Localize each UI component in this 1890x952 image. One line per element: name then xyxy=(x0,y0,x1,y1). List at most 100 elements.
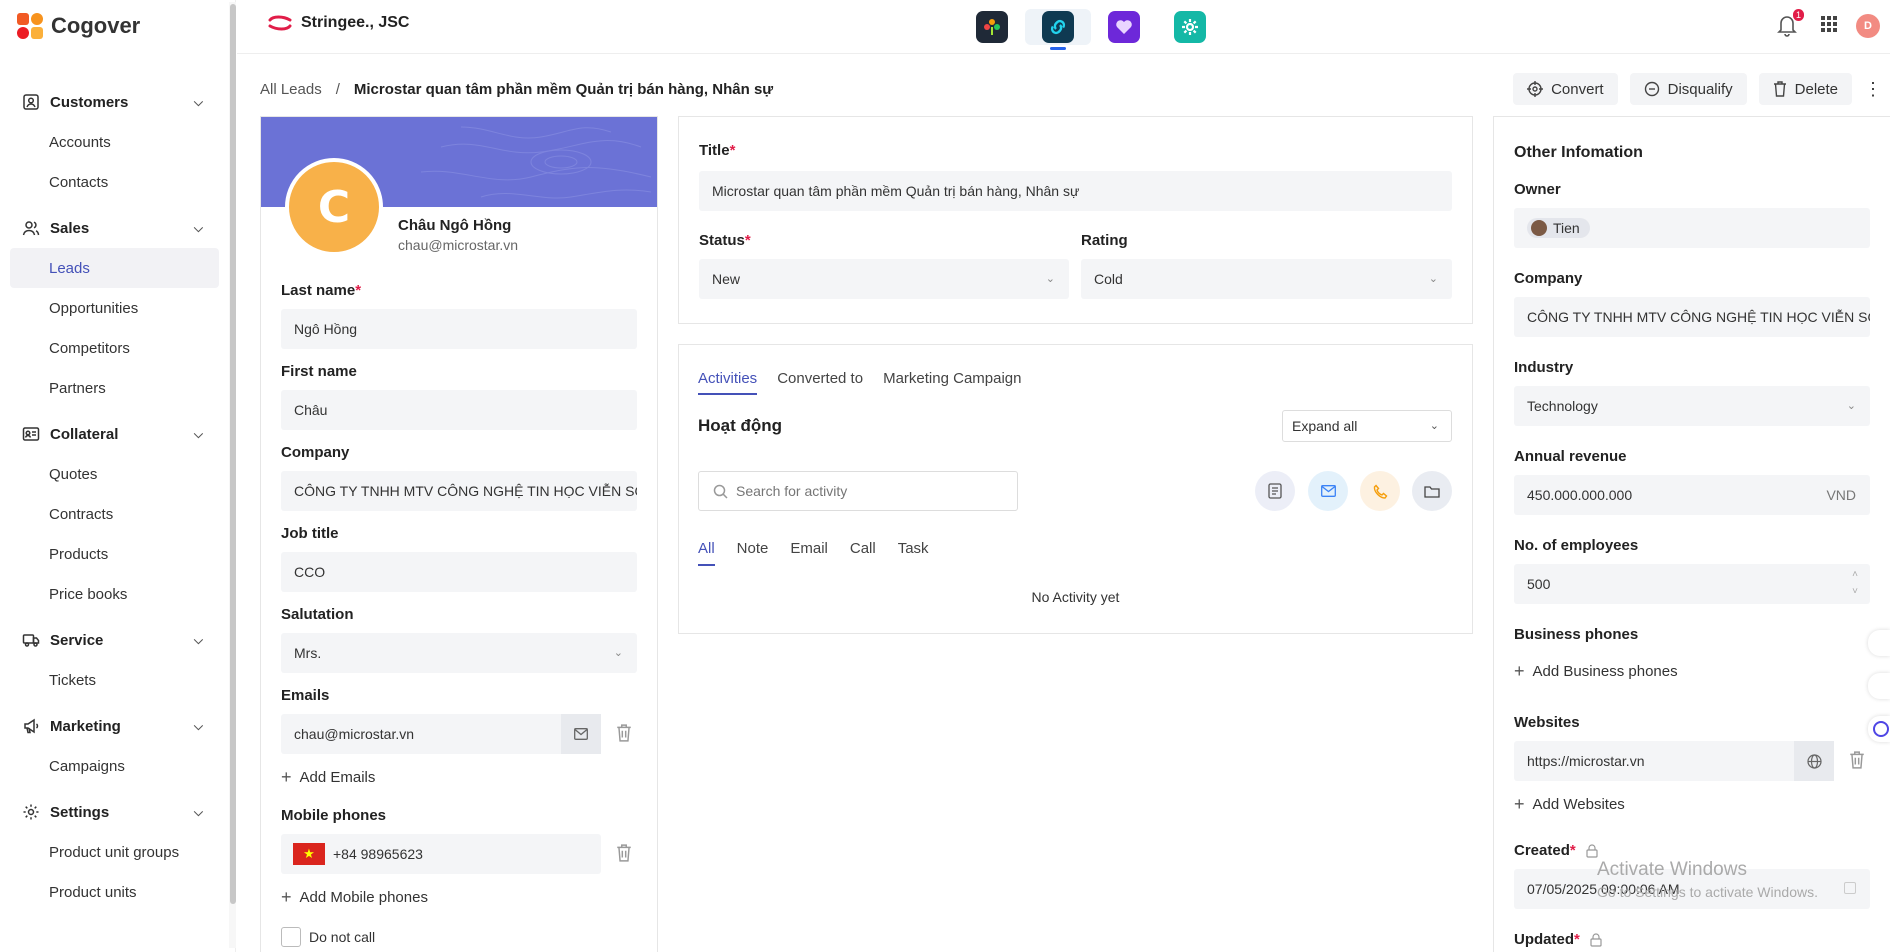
annual-revenue-field[interactable]: 450.000.000.000 VND xyxy=(1514,475,1870,515)
vietnam-flag-icon[interactable]: ★ xyxy=(293,843,325,865)
filter-task[interactable]: Task xyxy=(898,540,929,566)
title-field[interactable]: Microstar quan tâm phần mềm Quản trị bán… xyxy=(699,171,1452,211)
delete-email-icon[interactable] xyxy=(616,724,632,742)
more-options-icon[interactable]: ⋮ xyxy=(1864,79,1882,100)
breadcrumb-root[interactable]: All Leads xyxy=(260,81,322,98)
sidebar-section-sales[interactable]: Sales ⌵ xyxy=(0,208,229,248)
app-tile-settings[interactable] xyxy=(1157,9,1223,45)
other-company-label: Company xyxy=(1514,270,1583,287)
filter-email[interactable]: Email xyxy=(790,540,828,566)
annual-revenue-label: Annual revenue xyxy=(1514,448,1627,465)
delete-button[interactable]: Delete xyxy=(1758,73,1852,105)
chevron-down-icon[interactable]: ⌵ xyxy=(194,719,203,734)
website-field[interactable]: https://microstar.vn xyxy=(1514,741,1834,781)
sidebar-item-quotes[interactable]: Quotes xyxy=(0,454,229,494)
notifications-button[interactable]: 1 xyxy=(1776,9,1804,39)
sidebar-item-leads[interactable]: Leads xyxy=(10,248,219,288)
filter-note[interactable]: Note xyxy=(737,540,769,566)
do-not-call-checkbox[interactable]: Do not call xyxy=(281,927,375,947)
open-website-button[interactable] xyxy=(1794,741,1834,781)
mobile-phone-field[interactable]: ★ +84 98965623 xyxy=(281,834,601,874)
app-logo[interactable]: Cogover xyxy=(17,13,140,39)
org-switcher[interactable]: Stringee., JSC xyxy=(267,14,409,32)
salutation-select[interactable]: Mrs. ⌄ xyxy=(281,633,637,673)
app-tile-crm[interactable] xyxy=(1025,9,1091,50)
filter-call[interactable]: Call xyxy=(850,540,876,566)
gear-app-icon xyxy=(1174,11,1206,43)
rating-select[interactable]: Cold ⌄ xyxy=(1081,259,1452,299)
delete-website-icon[interactable] xyxy=(1849,751,1865,769)
user-avatar[interactable]: D xyxy=(1856,14,1880,38)
sidebar-section-settings[interactable]: Settings ⌵ xyxy=(0,792,229,832)
email-field[interactable]: chau@microstar.vn xyxy=(281,714,601,754)
filter-all[interactable]: All xyxy=(698,540,715,566)
first-name-field[interactable]: Châu xyxy=(281,390,637,430)
translate-widget-icon[interactable] xyxy=(1868,630,1890,656)
activity-search-input[interactable] xyxy=(736,483,996,499)
sidebar-scrollbar-thumb[interactable] xyxy=(230,4,236,904)
add-business-phones-button[interactable]: + Add Business phones xyxy=(1514,661,1678,682)
expand-all-select[interactable]: Expand all ⌄ xyxy=(1282,410,1452,442)
log-call-button[interactable] xyxy=(1360,471,1400,511)
chevron-down-icon[interactable]: ⌵ xyxy=(194,633,203,648)
sidebar-item-partners[interactable]: Partners xyxy=(0,368,229,408)
add-task-button[interactable] xyxy=(1412,471,1452,511)
other-company-field[interactable]: CÔNG TY TNHH MTV CÔNG NGHỆ TIN HỌC VIỄN … xyxy=(1514,297,1870,337)
contact-card-icon xyxy=(23,94,39,110)
add-note-button[interactable] xyxy=(1255,471,1295,511)
delete-phone-icon[interactable] xyxy=(616,844,632,862)
employees-field[interactable]: 500 ˄ ˅ xyxy=(1514,564,1870,604)
owner-chip[interactable]: Tien xyxy=(1527,218,1590,238)
add-mobile-phones-button[interactable]: + Add Mobile phones xyxy=(281,887,428,908)
sidebar-item-opportunities[interactable]: Opportunities xyxy=(0,288,229,328)
apps-grid-button[interactable] xyxy=(1820,15,1838,38)
checkbox-box[interactable] xyxy=(281,927,301,947)
sidebar-item-products[interactable]: Products xyxy=(0,534,229,574)
sidebar-section-service[interactable]: Service ⌵ xyxy=(0,620,229,660)
convert-button[interactable]: Convert xyxy=(1513,73,1618,105)
assistant-widget-icon[interactable] xyxy=(1868,716,1890,742)
send-email-button[interactable] xyxy=(561,714,601,754)
tools-widget-icon[interactable] xyxy=(1868,673,1890,699)
add-email-button[interactable] xyxy=(1308,471,1348,511)
status-select[interactable]: New ⌄ xyxy=(699,259,1069,299)
sidebar-item-contacts[interactable]: Contacts xyxy=(0,162,229,202)
job-title-field[interactable]: CCO xyxy=(281,552,637,592)
org-name: Stringee., JSC xyxy=(301,14,410,31)
activity-search[interactable] xyxy=(698,471,1018,511)
sidebar-item-product-unit-groups[interactable]: Product unit groups xyxy=(0,832,229,872)
add-emails-button[interactable]: + Add Emails xyxy=(281,767,375,788)
industry-select[interactable]: Technology ⌄ xyxy=(1514,386,1870,426)
mobile-phone-value: +84 98965623 xyxy=(333,846,423,862)
activate-windows-watermark: Activate Windows xyxy=(1597,859,1747,880)
chevron-down-icon[interactable]: ⌵ xyxy=(194,805,203,820)
plus-icon: + xyxy=(281,767,292,787)
lead-avatar: C xyxy=(285,158,383,256)
owner-field[interactable]: Tien xyxy=(1514,208,1870,248)
tab-converted-to[interactable]: Converted to xyxy=(777,370,863,395)
number-stepper[interactable]: ˄ ˅ xyxy=(1852,566,1858,600)
sidebar-item-contracts[interactable]: Contracts xyxy=(0,494,229,534)
sidebar-item-accounts[interactable]: Accounts xyxy=(0,122,229,162)
chevron-down-icon[interactable]: ⌵ xyxy=(194,427,203,442)
app-tile-1[interactable] xyxy=(959,9,1025,45)
chevron-down-icon[interactable]: ⌵ xyxy=(194,221,203,236)
sidebar-section-collateral[interactable]: Collateral ⌵ xyxy=(0,414,229,454)
sidebar-item-product-units[interactable]: Product units xyxy=(0,872,229,912)
company-field[interactable]: CÔNG TY TNHH MTV CÔNG NGHỆ TIN HỌC VIỄN … xyxy=(281,471,637,511)
tab-marketing-campaign[interactable]: Marketing Campaign xyxy=(883,370,1021,395)
last-name-field[interactable]: Ngô Hồng xyxy=(281,309,637,349)
sidebar-item-competitors[interactable]: Competitors xyxy=(0,328,229,368)
sidebar-item-campaigns[interactable]: Campaigns xyxy=(0,746,229,786)
profile-card: C Châu Ngô Hồng chau@microstar.vn Last n… xyxy=(260,116,658,952)
tab-activities[interactable]: Activities xyxy=(698,370,758,395)
sidebar-item-tickets[interactable]: Tickets xyxy=(0,660,229,700)
disqualify-button[interactable]: Disqualify xyxy=(1629,73,1747,105)
industry-value: Technology xyxy=(1527,398,1598,414)
add-websites-button[interactable]: + Add Websites xyxy=(1514,794,1625,815)
app-tile-3[interactable] xyxy=(1091,9,1157,45)
sidebar-item-price-books[interactable]: Price books xyxy=(0,574,229,614)
chevron-down-icon[interactable]: ⌵ xyxy=(194,95,203,110)
sidebar-section-customers[interactable]: Customers ⌵ xyxy=(0,82,229,122)
sidebar-section-marketing[interactable]: Marketing ⌵ xyxy=(0,706,229,746)
